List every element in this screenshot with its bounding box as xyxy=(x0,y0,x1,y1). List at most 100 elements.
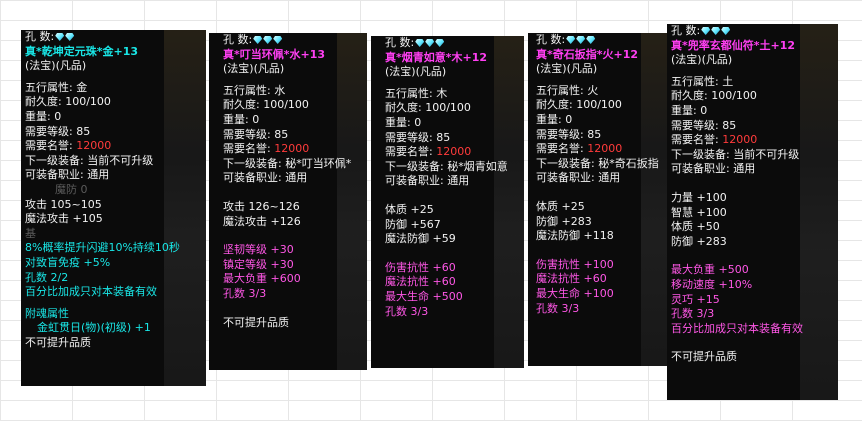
item-name: 真*奇石扳指*火+12 xyxy=(536,47,639,61)
cannot-upgrade: 不可提升品质 xyxy=(671,350,737,364)
socket-count: 孔数 3/3 xyxy=(223,286,267,300)
weight: 重量: 0 xyxy=(385,115,422,129)
magic-resist: 魔法抗性 +60 xyxy=(536,272,607,286)
magic-defense: 魔法防御 +59 xyxy=(385,232,456,246)
gem-icon xyxy=(576,36,586,44)
required-level: 需要等级: 85 xyxy=(671,118,737,132)
item-type: (法宝)(凡品) xyxy=(223,62,285,76)
socket-count: 孔数 3/3 xyxy=(536,301,580,315)
move-speed: 移动速度 +10% xyxy=(671,277,753,291)
socket-count: 孔数 2/2 xyxy=(25,270,69,284)
profession: 可装备职业: 通用 xyxy=(385,174,470,188)
profession: 可装备职业: 通用 xyxy=(25,168,110,182)
gem-icon xyxy=(65,33,75,41)
max-load: 最大负重 +600 xyxy=(223,272,301,286)
next-equipment: 下一级装备: 秘*烟青如意 xyxy=(385,159,508,173)
attack: 攻击 105~105 xyxy=(25,197,102,211)
gem-icon xyxy=(273,36,283,44)
calm-level: 镇定等级 +30 xyxy=(223,257,294,271)
cannot-upgrade: 不可提升品质 xyxy=(25,335,91,349)
magic-defense: 魔法防御 +118 xyxy=(536,229,614,243)
hard-level: 坚韧等级 +30 xyxy=(223,243,294,257)
item-name: 真*兜率玄都仙符*土+12 xyxy=(671,38,796,52)
item-type: (法宝)(凡品) xyxy=(385,65,447,79)
constitution: 体质 +25 xyxy=(536,199,585,213)
cannot-upgrade: 不可提升品质 xyxy=(223,315,289,329)
profession: 可装备职业: 通用 xyxy=(671,162,756,176)
item-type: (法宝)(凡品) xyxy=(536,62,598,76)
sockets-row: 孔 数: xyxy=(671,24,838,39)
magic-resist: 魔法抗性 +60 xyxy=(385,275,456,289)
durability: 耐久度: 100/100 xyxy=(536,98,622,112)
defense: 防御 +283 xyxy=(671,234,727,248)
weight: 重量: 0 xyxy=(25,109,62,123)
socket-count: 孔数 3/3 xyxy=(671,307,715,321)
gem-icon xyxy=(566,36,576,44)
required-fame: 需要名誉: 12000 xyxy=(223,142,310,156)
durability: 耐久度: 100/100 xyxy=(385,101,471,115)
wisdom: 智慧 +100 xyxy=(671,205,727,219)
element-attr: 五行属性: 木 xyxy=(385,86,448,100)
item-tooltip-1: 孔 数: 真*乾坤定元珠*金+13 (法宝)(凡品) 五行属性: 金 耐久度: … xyxy=(21,30,206,386)
damage-resist: 伤害抗性 +60 xyxy=(385,260,456,274)
attack: 攻击 126~126 xyxy=(223,199,300,213)
durability: 耐久度: 100/100 xyxy=(223,98,309,112)
socket-count: 孔数 3/3 xyxy=(385,304,429,318)
faded-text-2: 基 xyxy=(25,226,36,240)
max-hp: 最大生命 +500 xyxy=(385,289,463,303)
item-name: 真*烟青如意*木+12 xyxy=(385,50,488,64)
max-hp: 最大生命 +100 xyxy=(536,286,614,300)
element-attr: 五行属性: 水 xyxy=(223,83,286,97)
element-attr: 五行属性: 土 xyxy=(671,74,734,88)
durability: 耐久度: 100/100 xyxy=(25,95,111,109)
required-fame: 需要名誉: 12000 xyxy=(25,139,112,153)
weight: 重量: 0 xyxy=(536,112,573,126)
durability: 耐久度: 100/100 xyxy=(671,89,757,103)
max-load: 最大负重 +500 xyxy=(671,263,749,277)
sockets-label: 孔 数: xyxy=(25,30,55,43)
required-level: 需要等级: 85 xyxy=(536,127,602,141)
gem-icon xyxy=(55,33,65,41)
item-tooltip-2: 孔 数: 真*叮当环佩*水+13 (法宝)(凡品) 五行属性: 水 耐久度: 1… xyxy=(209,33,367,370)
defense: 防御 +567 xyxy=(385,217,441,231)
magic-attack: 魔法攻击 +126 xyxy=(223,214,301,228)
gem-icon xyxy=(701,27,711,35)
gem-icon xyxy=(415,39,425,47)
constitution: 体质 +25 xyxy=(385,202,434,216)
gem-icon xyxy=(425,39,435,47)
sockets-row: 孔 数: xyxy=(213,33,367,48)
item-tooltip-5: 孔 数: 真*兜率玄都仙符*土+12 (法宝)(凡品) 五行属性: 土 耐久度:… xyxy=(667,24,838,400)
set-bonus-note: 百分比加成只对本装备有效 xyxy=(671,321,803,335)
item-type: (法宝)(凡品) xyxy=(671,53,733,67)
strength: 力量 +100 xyxy=(671,190,727,204)
next-equipment: 下一级装备: 当前不可升级 xyxy=(25,153,154,167)
effect-blind-immune: 对致盲免疫 +5% xyxy=(25,255,111,269)
item-name: 真*乾坤定元珠*金+13 xyxy=(25,44,139,58)
gem-icon xyxy=(263,36,273,44)
required-fame: 需要名誉: 12000 xyxy=(671,133,758,147)
required-level: 需要等级: 85 xyxy=(25,124,91,138)
faded-text: 魔防 0 xyxy=(55,182,88,196)
required-level: 需要等级: 85 xyxy=(385,130,451,144)
item-type: (法宝)(凡品) xyxy=(25,59,87,73)
effect-dodge: 8%概率提升闪避10%持续10秒 xyxy=(25,241,180,255)
item-tooltip-3: 孔 数: 真*烟青如意*木+12 (法宝)(凡品) 五行属性: 木 耐久度: 1… xyxy=(371,36,524,368)
required-fame: 需要名誉: 12000 xyxy=(385,145,472,159)
gem-icon xyxy=(435,39,445,47)
damage-resist: 伤害抗性 +100 xyxy=(536,257,614,271)
gem-icon xyxy=(721,27,731,35)
soul-attr-value: 金虹贯日(物)(初级) +1 xyxy=(37,321,151,335)
weight: 重量: 0 xyxy=(223,112,260,126)
gem-icon xyxy=(253,36,263,44)
sockets-row: 孔 数: xyxy=(25,30,206,45)
profession: 可装备职业: 通用 xyxy=(223,171,308,185)
constitution: 体质 +50 xyxy=(671,220,720,234)
item-name: 真*叮当环佩*水+13 xyxy=(223,47,326,61)
next-equipment: 下一级装备: 当前不可升级 xyxy=(671,147,800,161)
profession: 可装备职业: 通用 xyxy=(536,171,621,185)
magic-attack: 魔法攻击 +105 xyxy=(25,212,103,226)
weight: 重量: 0 xyxy=(671,103,708,117)
gem-icon xyxy=(711,27,721,35)
item-tooltip-4: 孔 数: 真*奇石扳指*火+12 (法宝)(凡品) 五行属性: 火 耐久度: 1… xyxy=(528,33,669,366)
soul-attr-title: 附魂属性 xyxy=(25,306,69,320)
